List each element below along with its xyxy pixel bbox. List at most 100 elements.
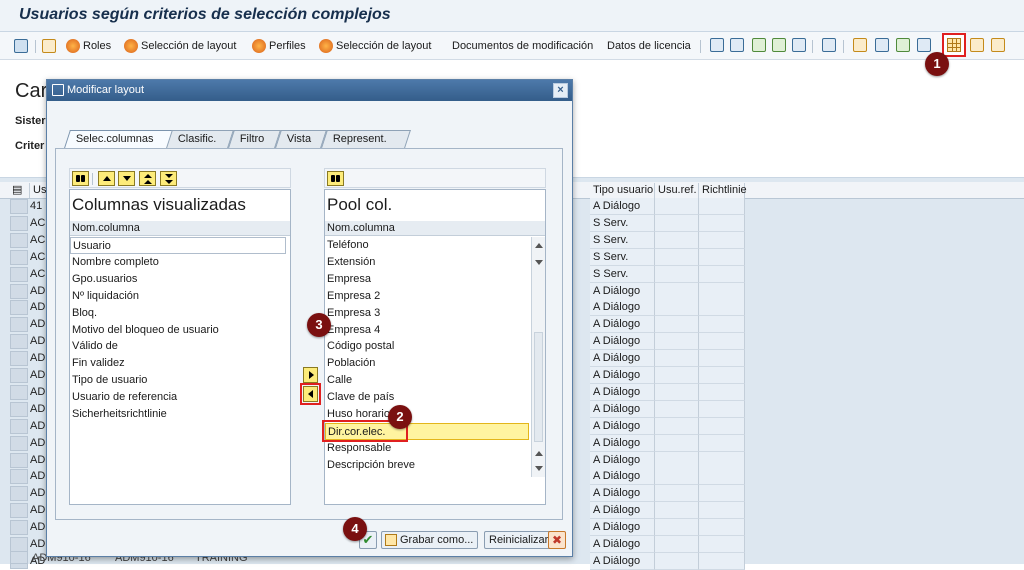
list-item[interactable]: Usuario de referencia — [70, 389, 270, 406]
ref-user-cell — [655, 333, 699, 351]
change-layout-button[interactable] — [942, 33, 966, 57]
column-pool-col-header[interactable]: Nom.columna — [325, 221, 545, 236]
scroll-thumb[interactable] — [534, 332, 543, 442]
list-item[interactable]: Clave de país — [325, 389, 525, 406]
list-item[interactable]: Empresa 3 — [325, 305, 525, 322]
spreadsheet-icon[interactable] — [896, 38, 910, 52]
row-selector[interactable] — [10, 283, 28, 299]
grid-settings-icon[interactable]: ▤ — [0, 183, 30, 198]
row-selector[interactable] — [10, 249, 28, 265]
list-item[interactable]: Empresa 4 — [325, 322, 525, 339]
find-next-icon[interactable] — [772, 38, 786, 52]
row-selector[interactable] — [10, 266, 28, 282]
change-documents-button[interactable]: Documentos de modificación — [452, 37, 593, 55]
list-item[interactable]: Usuario — [70, 237, 286, 254]
detail-icon[interactable] — [42, 37, 56, 55]
row-selector[interactable] — [10, 520, 28, 536]
row-selector[interactable] — [10, 317, 28, 333]
list-item[interactable]: Nombre completo — [70, 254, 270, 271]
cancel-button[interactable]: ✖ — [548, 531, 566, 549]
layout-select-button-1[interactable]: Selección de layout — [124, 37, 236, 55]
row-selector[interactable] — [10, 435, 28, 451]
row-selector[interactable] — [10, 351, 28, 367]
list-item[interactable]: Empresa — [325, 271, 525, 288]
list-item[interactable]: Extensión — [325, 254, 525, 271]
tab-filter[interactable]: Filtro — [228, 130, 281, 148]
tab-display[interactable]: Represent. — [321, 130, 411, 148]
list-item[interactable]: Gpo.usuarios — [70, 271, 270, 288]
scroll-down-icon[interactable] — [535, 466, 543, 471]
list-item[interactable]: Tipo de usuario — [70, 372, 270, 389]
reset-button[interactable]: Reinicializar — [484, 531, 554, 549]
row-selector[interactable] — [10, 401, 28, 417]
list-item[interactable]: Descripción breve — [325, 457, 525, 474]
list-item[interactable]: Bloq. — [70, 305, 270, 322]
list-item[interactable]: Motivo del bloqueo de usuario — [70, 322, 270, 339]
scroll-up-icon[interactable] — [535, 451, 543, 456]
row-selector[interactable] — [10, 215, 28, 231]
list-item[interactable]: Nº liquidación — [70, 288, 270, 305]
sort-ascending-icon[interactable] — [710, 38, 724, 52]
license-data-button[interactable]: Datos de licencia — [607, 37, 691, 55]
column-pool-scrollbar[interactable] — [531, 237, 545, 477]
list-item[interactable]: Empresa 2 — [325, 288, 525, 305]
tab-sort[interactable]: Clasific. — [166, 130, 234, 148]
row-selector[interactable] — [10, 551, 28, 564]
find-icon[interactable] — [327, 171, 344, 186]
sort-descending-icon[interactable] — [730, 38, 744, 52]
print-preview-icon[interactable] — [853, 38, 867, 52]
close-icon[interactable]: × — [553, 83, 568, 98]
row-selector[interactable] — [10, 469, 28, 485]
grid-header-user-type[interactable]: Tipo usuario — [590, 183, 655, 198]
row-selector[interactable] — [10, 232, 28, 248]
scroll-up-icon[interactable] — [535, 243, 543, 248]
row-selector[interactable] — [10, 334, 28, 350]
save-layout-icon[interactable] — [991, 38, 1005, 52]
application-toolbar: Roles Selección de layout Perfiles Selec… — [0, 32, 1024, 60]
user-cell: 41 — [30, 200, 43, 212]
filter-icon[interactable] — [792, 38, 806, 52]
row-selector[interactable] — [10, 300, 28, 316]
roles-button[interactable]: Roles — [66, 37, 111, 55]
scroll-down-icon[interactable] — [535, 260, 543, 265]
list-item[interactable]: Válido de — [70, 338, 270, 355]
list-item[interactable]: Fin validez — [70, 355, 270, 372]
refresh-icon[interactable] — [14, 37, 28, 55]
add-column-arrow-icon[interactable] — [303, 367, 318, 383]
guideline-cell — [699, 214, 745, 232]
move-to-top-icon[interactable] — [139, 171, 156, 186]
word-processing-icon[interactable] — [875, 38, 889, 52]
user-type-cell: A Diálogo — [590, 316, 655, 334]
grid-header-ref-user[interactable]: Usu.ref. — [655, 183, 699, 198]
find-icon[interactable] — [72, 171, 89, 186]
row-selector[interactable] — [10, 486, 28, 502]
row-selector[interactable] — [10, 368, 28, 383]
tab-select-columns[interactable]: Selec.columnas — [64, 130, 174, 148]
local-file-icon[interactable] — [917, 38, 931, 52]
row-selector[interactable] — [10, 384, 28, 400]
layout-select-button-2[interactable]: Selección de layout — [319, 37, 431, 55]
grid-header-guideline[interactable]: Richtlinie — [699, 183, 747, 198]
list-item[interactable]: Población — [325, 355, 525, 372]
row-selector[interactable] — [10, 418, 28, 434]
total-icon[interactable] — [822, 38, 836, 52]
row-selector[interactable] — [10, 199, 28, 214]
profiles-button[interactable]: Perfiles — [252, 37, 306, 55]
row-selector[interactable] — [10, 452, 28, 468]
select-layout-icon[interactable] — [970, 38, 984, 52]
move-down-icon[interactable] — [118, 171, 135, 186]
save-as-button[interactable]: Grabar como... — [381, 531, 479, 549]
list-item[interactable]: Responsable — [325, 440, 525, 457]
move-to-bottom-icon[interactable] — [160, 171, 177, 186]
ref-user-cell — [655, 400, 699, 418]
list-item[interactable]: Código postal — [325, 338, 525, 355]
tab-view[interactable]: Vista — [275, 130, 327, 148]
find-icon[interactable] — [752, 38, 766, 52]
list-item[interactable]: Sicherheitsrichtlinie — [70, 406, 270, 423]
list-item[interactable]: Teléfono — [325, 237, 525, 254]
row-selector[interactable] — [10, 503, 28, 519]
move-up-icon[interactable] — [98, 171, 115, 186]
window-titlebar: Usuarios según criterios de selección co… — [0, 0, 1024, 32]
list-item[interactable]: Calle — [325, 372, 525, 389]
displayed-columns-col-header[interactable]: Nom.columna — [70, 221, 290, 236]
